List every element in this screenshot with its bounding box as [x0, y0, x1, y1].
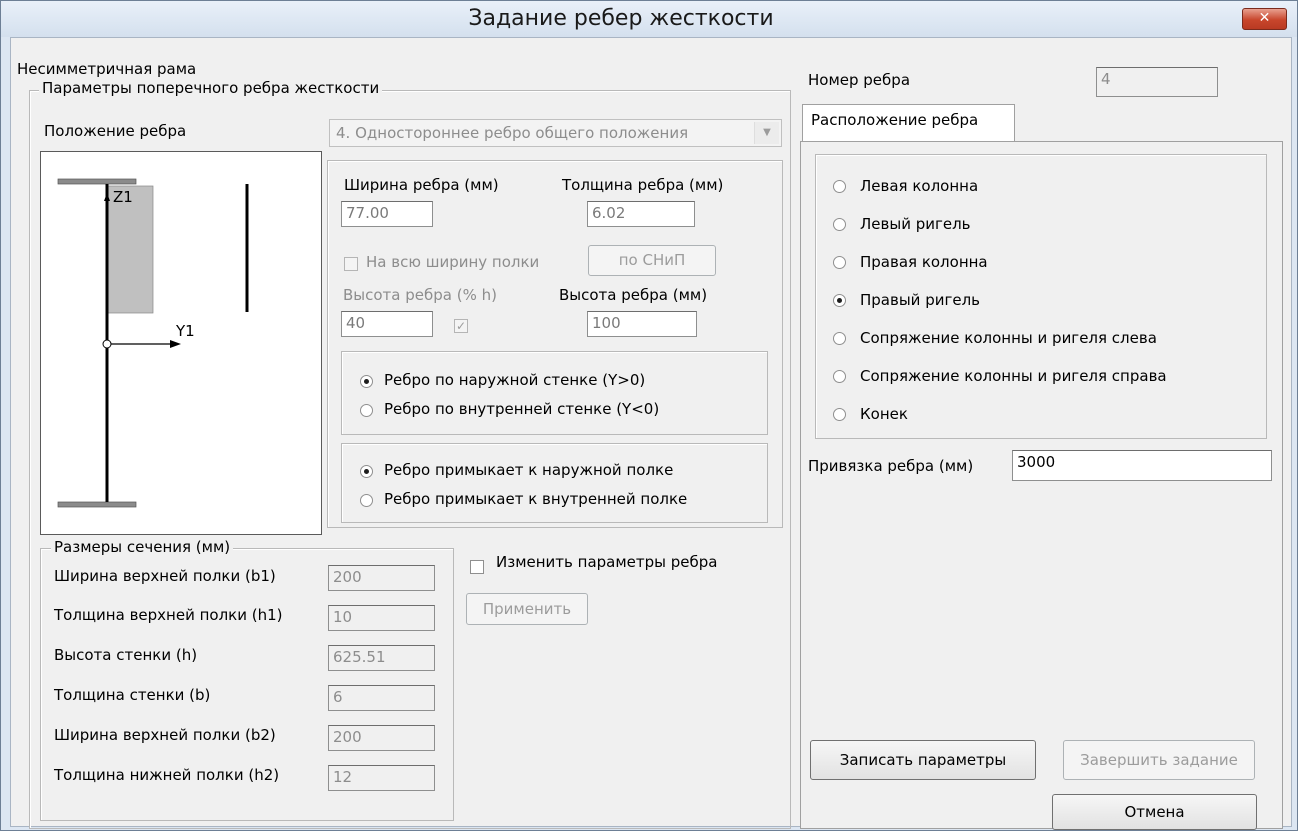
section-input-h1[interactable]: 10 [328, 605, 435, 631]
wall-outer-radio[interactable] [360, 375, 373, 388]
section-label-b2: Ширина верхней полки (b2) [54, 726, 276, 744]
section-label-h: Высота стенки (h) [54, 646, 198, 664]
wall-inner-label: Ребро по внутренней стенке (Y<0) [384, 400, 660, 418]
rib-position-label: Положение ребра [44, 122, 187, 140]
location-radio-ridge[interactable] [833, 408, 846, 421]
height-pct-checkbox[interactable]: ✓ [454, 319, 468, 333]
section-input-h[interactable]: 625.51 [328, 645, 435, 671]
rib-thickness-label: Толщина ребра (мм) [562, 176, 724, 194]
title-bar[interactable]: Задание ребер жесткости ✕ [1, 1, 1297, 37]
rib-position-select: 4. Одностороннее ребро общего положения … [329, 119, 782, 147]
cancel-button[interactable]: Отмена [1052, 794, 1257, 830]
flange-side-group [341, 443, 768, 523]
section-size-title: Размеры сечения (мм) [51, 538, 234, 556]
change-params-checkbox[interactable] [470, 560, 484, 574]
save-params-button[interactable]: Записать параметры [810, 740, 1036, 780]
location-label-right-column: Правая колонна [860, 253, 988, 271]
section-input-b1[interactable]: 200 [328, 565, 435, 591]
rib-width-label: Ширина ребра (мм) [344, 176, 499, 194]
anchor-label: Привязка ребра (мм) [808, 457, 974, 475]
flange-inner-label: Ребро примыкает к внутренней полке [384, 490, 688, 508]
tab-rib-location[interactable]: Расположение ребра [802, 104, 1015, 142]
location-label-joint-left: Сопряжение колонны и ригеля слева [860, 329, 1157, 347]
flange-outer-radio[interactable] [360, 465, 373, 478]
rib-position-value: 4. Одностороннее ребро общего положения [336, 124, 689, 142]
dialog-window: Задание ребер жесткости ✕ Несимметричная… [0, 0, 1298, 831]
rib-height-pct-label: Высота ребра (% h) [343, 286, 497, 304]
rib-height-mm-label: Высота ребра (мм) [559, 286, 708, 304]
rib-params-title: Параметры поперечного ребра жесткости [39, 79, 383, 97]
snip-button[interactable]: по СНиП [588, 245, 716, 276]
flange-inner-radio[interactable] [360, 494, 373, 507]
location-radio-right-beam[interactable] [833, 294, 846, 307]
rib-height-pct-input[interactable]: 40 [341, 311, 433, 337]
location-label-left-column: Левая колонна [860, 177, 979, 195]
y-axis-label: Y1 [176, 322, 195, 340]
location-radio-joint-left[interactable] [833, 332, 846, 345]
section-label-b: Толщина стенки (b) [54, 686, 211, 704]
section-label-h1: Толщина верхней полки (h1) [54, 606, 283, 624]
rib-thickness-input[interactable]: 6.02 [587, 201, 695, 227]
finish-button[interactable]: Завершить задание [1063, 740, 1255, 780]
chevron-down-icon: ▼ [754, 122, 779, 144]
flange-outer-label: Ребро примыкает к наружной полке [384, 461, 674, 479]
full-width-checkbox[interactable] [344, 257, 358, 271]
location-label-left-beam: Левый ригель [860, 215, 971, 233]
location-radio-joint-right[interactable] [833, 370, 846, 383]
rib-height-mm-input[interactable]: 100 [587, 311, 697, 337]
dialog-client: Несимметричная рама Параметры поперечног… [10, 37, 1292, 830]
close-button[interactable]: ✕ [1242, 8, 1287, 30]
wall-inner-radio[interactable] [360, 404, 373, 417]
section-input-b2[interactable]: 200 [328, 725, 435, 751]
section-diagram: Z1 Y1 [40, 151, 322, 535]
section-label-h2: Толщина нижней полки (h2) [54, 766, 280, 784]
section-input-h2[interactable]: 12 [328, 765, 435, 791]
location-label-ridge: Конек [860, 405, 908, 423]
wall-side-group [341, 351, 768, 435]
location-label-joint-right: Сопряжение колонны и ригеля справа [860, 367, 1167, 385]
z-axis-label: Z1 [113, 188, 133, 206]
anchor-input[interactable]: 3000 [1012, 450, 1272, 481]
change-params-label: Изменить параметры ребра [496, 553, 718, 571]
rib-number-label: Номер ребра [808, 71, 911, 89]
apply-button[interactable]: Применить [466, 593, 588, 625]
rib-number-input[interactable]: 4 [1096, 67, 1218, 97]
window-title: Задание ребер жесткости [468, 6, 774, 31]
location-label-right-beam: Правый ригель [860, 291, 980, 309]
full-width-label: На всю ширину полки [366, 253, 540, 271]
i-beam-drawing [57, 178, 249, 508]
location-radio-left-column[interactable] [833, 180, 846, 193]
section-input-b[interactable]: 6 [328, 685, 435, 711]
location-radio-left-beam[interactable] [833, 218, 846, 231]
section-label-b1: Ширина верхней полки (b1) [54, 567, 276, 585]
frame-type-label: Несимметричная рама [17, 60, 197, 78]
rib-width-input[interactable]: 77.00 [341, 201, 433, 227]
location-radio-right-column[interactable] [833, 256, 846, 269]
wall-outer-label: Ребро по наружной стенке (Y>0) [384, 371, 646, 389]
